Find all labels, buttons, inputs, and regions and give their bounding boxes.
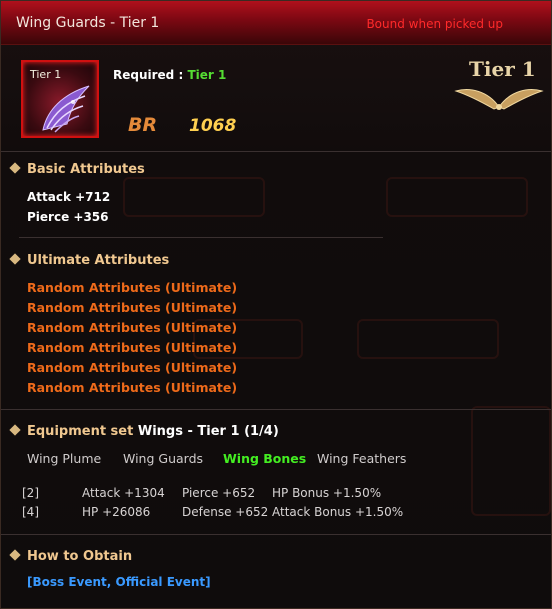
how-to-obtain-heading: How to Obtain	[9, 549, 132, 564]
ultimate-attribute: Random Attributes (Ultimate)	[27, 280, 238, 295]
background-panel	[386, 177, 528, 217]
set-bonus-count: [2]	[22, 486, 39, 500]
required-label: Required :	[113, 68, 184, 82]
ultimate-attribute: Random Attributes (Ultimate)	[27, 340, 238, 355]
tooltip-header: Wing Guards - Tier 1 Bound when picked u…	[1, 1, 551, 45]
requirement-line: Required : Tier 1	[113, 68, 226, 82]
br-value: 1068	[189, 116, 237, 136]
item-title: Wing Guards - Tier 1	[16, 15, 160, 31]
obtain-sources: [Boss Event, Official Event]	[27, 575, 211, 589]
ultimate-attribute: Random Attributes (Ultimate)	[27, 360, 238, 375]
set-part-wing-feathers: Wing Feathers	[317, 451, 407, 466]
golden-wings-icon	[454, 89, 544, 110]
diamond-bullet-icon	[9, 424, 21, 436]
background-panel	[471, 406, 551, 516]
ultimate-attribute: Random Attributes (Ultimate)	[27, 320, 238, 335]
ultimate-attribute: Random Attributes (Ultimate)	[27, 300, 238, 315]
set-part-wing-bones: Wing Bones	[223, 451, 307, 466]
equipment-set-heading: Equipment set Wings - Tier 1 (1/4)	[9, 424, 279, 439]
background-panel	[357, 319, 499, 359]
set-part-wing-plume: Wing Plume	[27, 451, 102, 466]
set-part-wing-guards: Wing Guards	[123, 451, 204, 466]
diamond-bullet-icon	[9, 162, 21, 174]
set-bonus-stat: HP Bonus +1.50%	[272, 486, 382, 500]
ultimate-attributes-heading: Ultimate Attributes	[9, 253, 169, 268]
basic-attribute: Attack +712	[27, 190, 111, 204]
background-panel	[123, 177, 265, 217]
set-bonus-count: [4]	[22, 505, 39, 519]
item-tooltip: Wing Guards - Tier 1 Bound when picked u…	[0, 0, 552, 609]
br-label: BR	[128, 114, 158, 136]
diamond-bullet-icon	[9, 253, 21, 265]
set-bonus-stat: Attack Bonus +1.50%	[272, 505, 404, 519]
item-icon-frame: Tier 1	[21, 60, 99, 138]
divider	[1, 409, 551, 410]
ultimate-attribute: Random Attributes (Ultimate)	[27, 380, 238, 395]
bound-status: Bound when picked up	[366, 17, 503, 31]
required-value: Tier 1	[187, 68, 227, 82]
set-bonus-stat: HP +26086	[82, 505, 151, 519]
set-bonus-stat: Defense +652	[182, 505, 269, 519]
tier-badge: Tier 1	[454, 55, 544, 115]
set-bonus-stat: Attack +1304	[82, 486, 165, 500]
divider	[1, 151, 551, 152]
wing-icon	[42, 85, 90, 133]
divider	[1, 534, 551, 535]
equipment-set-name: Wings - Tier 1 (1/4)	[137, 424, 279, 439]
diamond-bullet-icon	[9, 549, 21, 561]
divider	[19, 237, 383, 238]
basic-attributes-heading: Basic Attributes	[9, 162, 145, 177]
tier-badge-text: Tier 1	[469, 57, 536, 81]
basic-attribute: Pierce +356	[27, 210, 109, 224]
set-bonus-stat: Pierce +652	[182, 486, 256, 500]
